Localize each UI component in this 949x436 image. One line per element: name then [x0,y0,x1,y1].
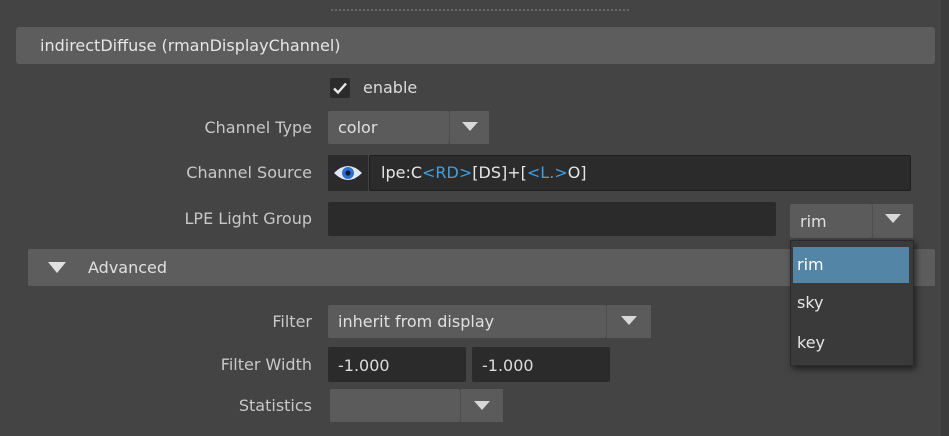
chevron-down-icon [462,122,478,131]
option-rim[interactable]: rim [793,247,909,283]
enable-label: enable [363,78,418,97]
light-group-dropdown-button[interactable] [872,204,913,238]
chevron-down-icon [885,214,901,223]
channel-source-text: lpe:C<RD>[DS]+[<L.>O] [381,163,587,182]
channel-type-dropdown[interactable]: color [328,111,449,144]
lpe-light-group-label: LPE Light Group [184,209,312,228]
channel-source-label: Channel Source [186,163,312,182]
light-group-dropdown[interactable]: rim [790,204,872,238]
option-sky[interactable]: sky [793,285,909,321]
eye-icon [334,166,362,180]
statistics-label: Statistics [238,396,312,415]
enable-checkbox[interactable] [330,78,350,98]
channel-type-label: Channel Type [204,118,312,137]
chevron-down-icon [621,316,637,325]
lpe-editor-button[interactable] [328,155,368,191]
filter-dropdown[interactable]: inherit from display [328,305,606,338]
chevron-down-icon [474,401,490,410]
collapse-triangle-icon[interactable] [48,262,66,273]
filter-width-y-input[interactable]: -1.000 [472,347,610,382]
scrollbar-track[interactable] [941,0,949,436]
statistics-dropdown-button[interactable] [460,389,503,422]
filter-width-label: Filter Width [220,355,312,374]
panel-resize-grip[interactable] [330,8,630,12]
advanced-section-title: Advanced [88,258,168,277]
checkmark-icon [333,82,347,95]
filter-label: Filter [272,312,312,331]
lpe-light-group-input[interactable] [328,202,776,236]
channel-type-dropdown-button[interactable] [449,111,489,144]
panel-title: indirectDiffuse (rmanDisplayChannel) [40,36,341,55]
light-group-options-list[interactable]: rim sky key [790,240,914,366]
statistics-dropdown[interactable] [330,389,460,422]
option-key[interactable]: key [793,325,909,361]
filter-width-x-input[interactable]: -1.000 [328,347,466,382]
filter-dropdown-button[interactable] [606,305,651,338]
